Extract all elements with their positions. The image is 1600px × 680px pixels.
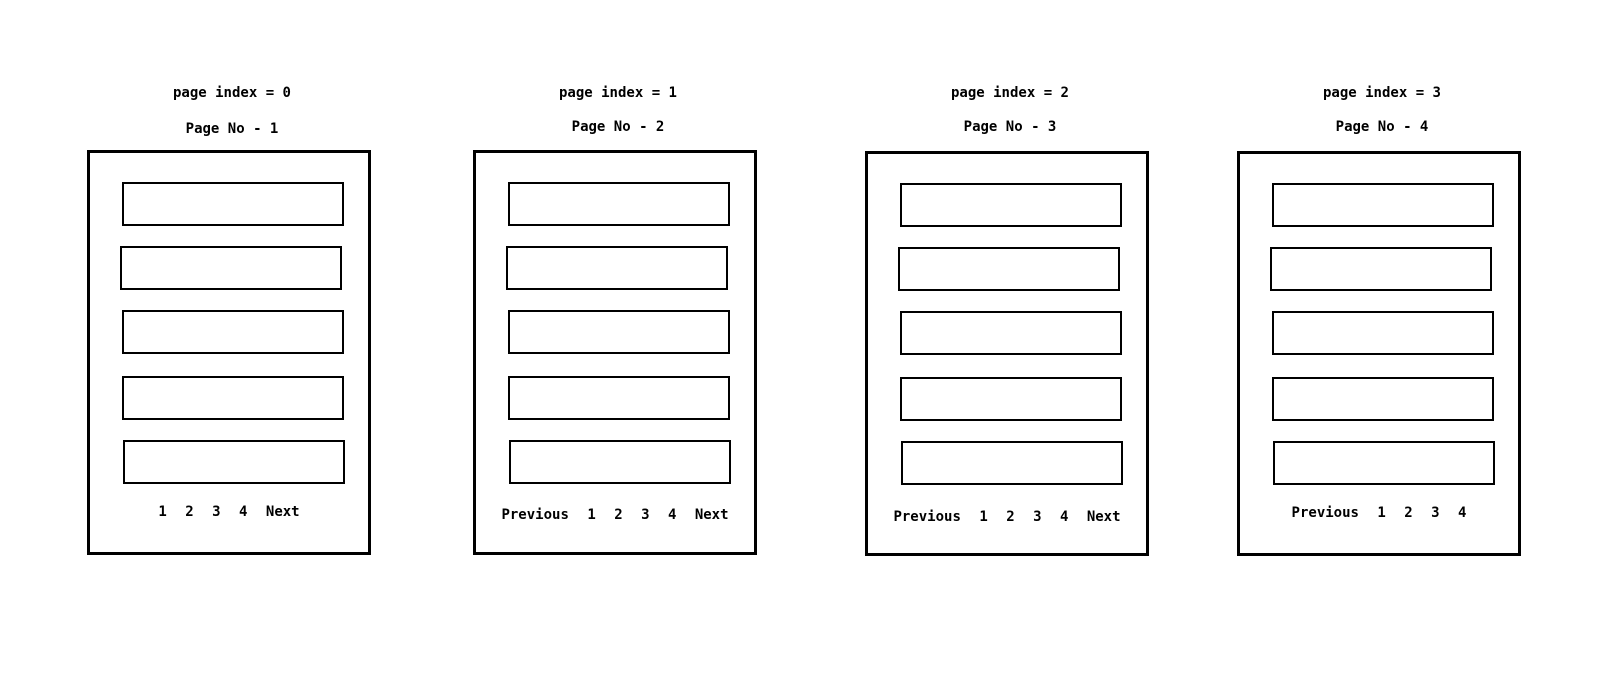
list-item-box: [509, 440, 731, 484]
page-frame: Previous 1 2 3 4 Next: [473, 150, 757, 555]
page-link-3[interactable]: 3: [1431, 505, 1439, 521]
page-index-label: page index = 1: [558, 85, 677, 101]
list-item-box: [1273, 441, 1495, 485]
page-link-3[interactable]: 3: [1033, 509, 1041, 525]
pagination: Previous 1 2 3 4 Next: [868, 509, 1146, 525]
page-link-2[interactable]: 2: [185, 504, 193, 520]
page-index-label: page index = 0: [172, 85, 291, 101]
list-item-box: [900, 183, 1122, 227]
page-frame: Previous 1 2 3 4 Next: [865, 151, 1149, 556]
list-item-box: [1270, 247, 1492, 291]
page-panel-0: page index = 0 Page No - 1 1 2 3 4 Next: [87, 0, 377, 680]
page-link-1[interactable]: 1: [979, 509, 987, 525]
page-link-4[interactable]: 4: [239, 504, 247, 520]
page-number-label: Page No - 3: [963, 119, 1057, 135]
list-item-box: [900, 377, 1122, 421]
page-link-4[interactable]: 4: [668, 507, 676, 523]
list-item-box: [122, 310, 344, 354]
list-item-box: [506, 246, 728, 290]
list-item-box: [901, 441, 1123, 485]
list-item-box: [1272, 183, 1494, 227]
page-link-4[interactable]: 4: [1060, 509, 1068, 525]
next-link[interactable]: Next: [695, 507, 729, 523]
page-link-1[interactable]: 1: [587, 507, 595, 523]
list-item-box: [508, 182, 730, 226]
pagination: 1 2 3 4 Next: [90, 504, 368, 520]
list-item-box: [123, 440, 345, 484]
list-item-box: [120, 246, 342, 290]
list-item-box: [1272, 377, 1494, 421]
page-link-1[interactable]: 1: [158, 504, 166, 520]
page-link-2[interactable]: 2: [614, 507, 622, 523]
list-item-box: [508, 310, 730, 354]
previous-link[interactable]: Previous: [893, 509, 960, 525]
page-number-label: Page No - 2: [571, 119, 665, 135]
list-item-box: [898, 247, 1120, 291]
page-frame: 1 2 3 4 Next: [87, 150, 371, 555]
page-link-1[interactable]: 1: [1377, 505, 1385, 521]
list-item-box: [508, 376, 730, 420]
page-panel-3: page index = 3 Page No - 4 Previous 1 2 …: [1237, 0, 1527, 680]
pagination: Previous 1 2 3 4: [1240, 505, 1518, 521]
pagination: Previous 1 2 3 4 Next: [476, 507, 754, 523]
page-panel-2: page index = 2 Page No - 3 Previous 1 2 …: [865, 0, 1155, 680]
page-index-label: page index = 2: [950, 85, 1069, 101]
list-item-box: [122, 376, 344, 420]
page-link-2[interactable]: 2: [1006, 509, 1014, 525]
page-frame: Previous 1 2 3 4: [1237, 151, 1521, 556]
page-index-label: page index = 3: [1322, 85, 1441, 101]
list-item-box: [122, 182, 344, 226]
list-item-box: [1272, 311, 1494, 355]
page-link-3[interactable]: 3: [212, 504, 220, 520]
page-link-4[interactable]: 4: [1458, 505, 1466, 521]
next-link[interactable]: Next: [1087, 509, 1121, 525]
list-item-box: [900, 311, 1122, 355]
page-link-2[interactable]: 2: [1404, 505, 1412, 521]
page-panel-1: page index = 1 Page No - 2 Previous 1 2 …: [473, 0, 763, 680]
previous-link[interactable]: Previous: [1292, 505, 1359, 521]
page-number-label: Page No - 1: [185, 121, 279, 137]
page-link-3[interactable]: 3: [641, 507, 649, 523]
page-number-label: Page No - 4: [1335, 119, 1429, 135]
next-link[interactable]: Next: [266, 504, 300, 520]
previous-link[interactable]: Previous: [501, 507, 568, 523]
